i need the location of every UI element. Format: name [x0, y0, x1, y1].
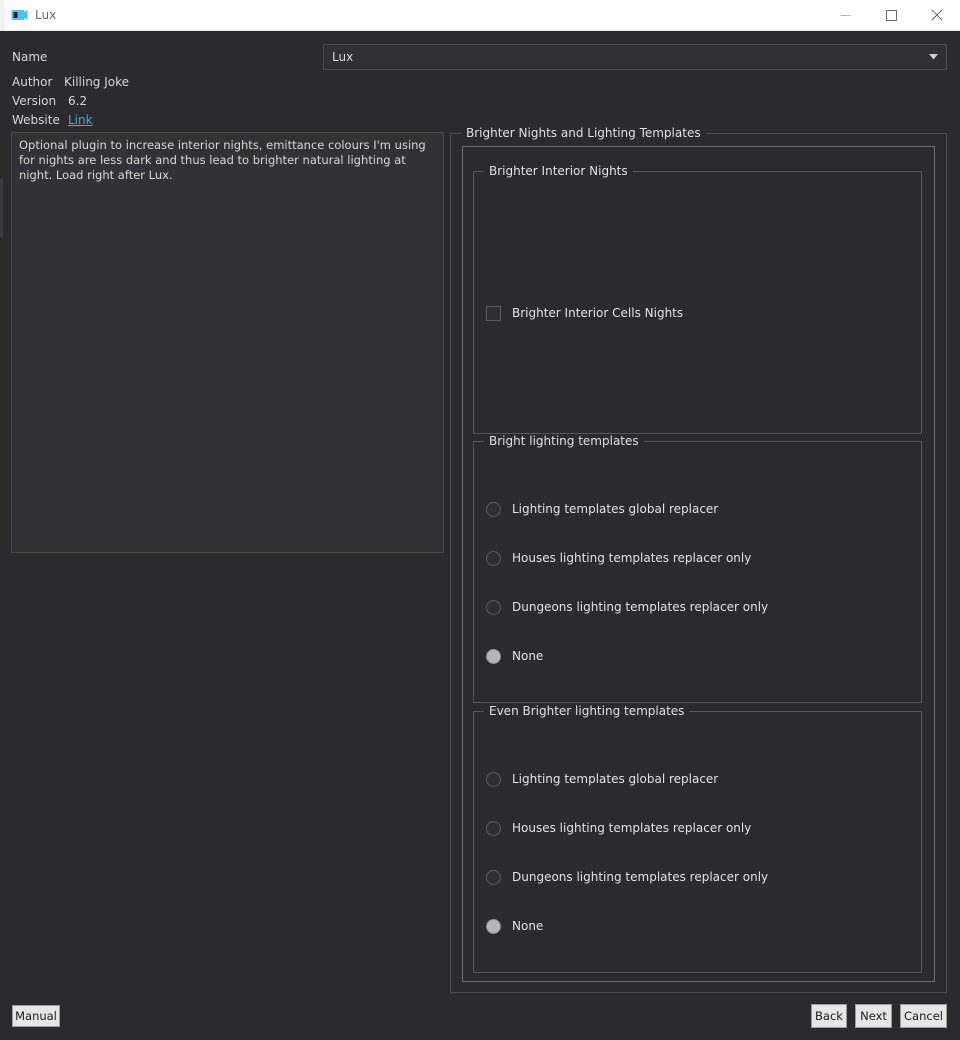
radio-label: None	[512, 649, 543, 663]
radio-bright-none[interactable]: None	[486, 647, 543, 665]
radio-bright-houses-replacer[interactable]: Houses lighting templates replacer only	[486, 549, 751, 567]
radio-label: Dungeons lighting templates replacer onl…	[512, 870, 768, 884]
radio-even-houses-replacer[interactable]: Houses lighting templates replacer only	[486, 819, 751, 837]
checkbox-label: Brighter Interior Cells Nights	[512, 306, 683, 320]
website-label: Website	[12, 113, 60, 127]
manual-button[interactable]: Manual	[12, 1005, 60, 1027]
radio-icon-selected[interactable]	[486, 649, 501, 664]
cancel-button[interactable]: Cancel	[900, 1004, 947, 1028]
radio-bright-global-replacer[interactable]: Lighting templates global replacer	[486, 500, 718, 518]
left-scroll-sliver[interactable]	[0, 178, 3, 238]
version-value: 6.2	[68, 94, 87, 108]
website-link[interactable]: Link	[68, 113, 93, 127]
name-combobox-value: Lux	[332, 50, 926, 64]
next-button[interactable]: Next	[855, 1004, 892, 1028]
author-label: Author	[12, 75, 52, 89]
close-icon[interactable]	[914, 0, 960, 30]
window-title: Lux	[35, 8, 56, 22]
radio-bright-dungeons-replacer[interactable]: Dungeons lighting templates replacer onl…	[486, 598, 768, 616]
app-icon	[10, 6, 28, 24]
radio-label: Dungeons lighting templates replacer onl…	[512, 600, 768, 614]
radio-icon[interactable]	[486, 821, 501, 836]
radio-icon-selected[interactable]	[486, 919, 501, 934]
brighter-interior-nights-title: Brighter Interior Nights	[484, 164, 633, 178]
radio-icon[interactable]	[486, 772, 501, 787]
description-textbox[interactable]: Optional plugin to increase interior nig…	[11, 132, 444, 553]
chevron-down-icon[interactable]	[926, 54, 940, 60]
brighter-interior-nights-group: Brighter Interior Nights	[473, 171, 922, 434]
window-titlebar: Lux	[0, 0, 960, 31]
checkbox-icon[interactable]	[486, 306, 501, 321]
radio-even-dungeons-replacer[interactable]: Dungeons lighting templates replacer onl…	[486, 868, 768, 886]
back-button[interactable]: Back	[811, 1004, 847, 1028]
radio-icon[interactable]	[486, 870, 501, 885]
radio-label: Lighting templates global replacer	[512, 772, 718, 786]
brighter-nights-group-title: Brighter Nights and Lighting Templates	[461, 126, 706, 140]
maximize-icon[interactable]	[868, 0, 914, 30]
minimize-icon[interactable]	[822, 0, 868, 30]
bright-lighting-templates-title: Bright lighting templates	[484, 434, 644, 448]
radio-icon[interactable]	[486, 600, 501, 615]
checkbox-brighter-interior-cells-nights[interactable]: Brighter Interior Cells Nights	[486, 304, 683, 322]
radio-even-global-replacer[interactable]: Lighting templates global replacer	[486, 770, 718, 788]
even-brighter-lighting-templates-title: Even Brighter lighting templates	[484, 704, 689, 718]
version-label: Version	[12, 94, 56, 108]
titlebar-accent-strip	[0, 0, 5, 30]
name-label: Name	[12, 50, 47, 64]
radio-label: Houses lighting templates replacer only	[512, 821, 751, 835]
author-value: Killing Joke	[64, 75, 129, 89]
radio-icon[interactable]	[486, 551, 501, 566]
radio-label: Lighting templates global replacer	[512, 502, 718, 516]
radio-label: Houses lighting templates replacer only	[512, 551, 751, 565]
radio-icon[interactable]	[486, 502, 501, 517]
name-combobox[interactable]: Lux	[323, 44, 947, 70]
radio-label: None	[512, 919, 543, 933]
radio-even-none[interactable]: None	[486, 917, 543, 935]
